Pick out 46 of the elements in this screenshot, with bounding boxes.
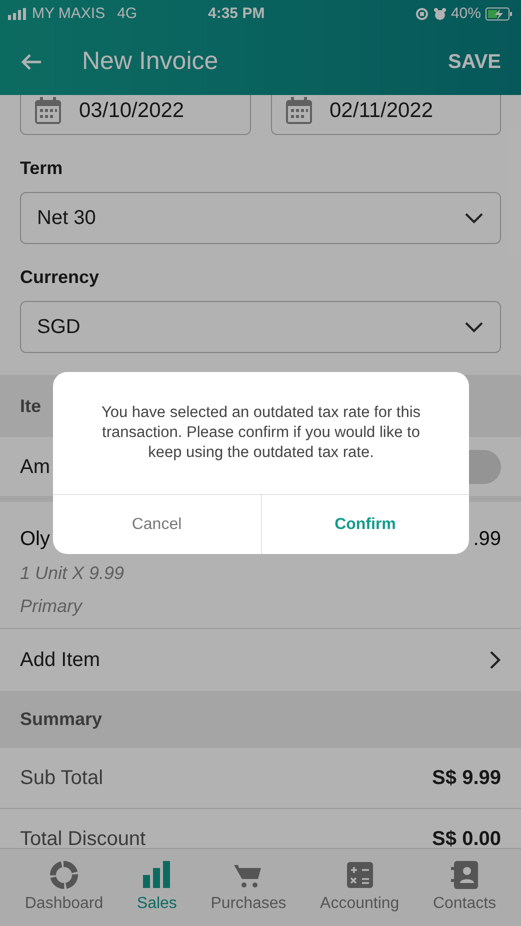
back-arrow-icon	[20, 52, 42, 70]
battery-charging-icon	[485, 7, 513, 21]
summary-label: Sub Total	[20, 766, 104, 791]
calendar-icon	[284, 96, 314, 126]
cancel-button[interactable]: Cancel	[53, 495, 262, 554]
summary-value: S$ 9.99	[432, 766, 501, 791]
section-title: Ite	[20, 394, 42, 418]
save-button[interactable]: SAVE	[448, 46, 501, 76]
summary-label: Total Discount	[20, 827, 146, 848]
chevron-right-icon	[489, 650, 501, 670]
item-name: Oly	[20, 527, 50, 552]
date-field[interactable]: 03/10/2022	[20, 95, 250, 135]
chevron-down-icon	[464, 321, 484, 333]
dropdown-field[interactable]: Net 30	[20, 192, 501, 244]
tab-bar-item[interactable]: Accounting	[320, 860, 400, 916]
summary-value: S$ 0.00	[432, 827, 501, 848]
tab-bar-item[interactable]: Purchases	[210, 860, 286, 916]
back-button[interactable]	[20, 52, 42, 70]
calculator-icon	[344, 860, 375, 890]
calendar-icon	[33, 96, 63, 126]
item-amount: .99	[473, 527, 501, 552]
carrier: MY MAXIS	[32, 4, 106, 24]
dropdown-field[interactable]: SGD	[20, 301, 501, 353]
field-label: Currency	[20, 266, 100, 289]
section-title: Summary	[20, 708, 102, 731]
item-account: Primary	[20, 595, 84, 618]
ring-chart-icon	[49, 860, 80, 890]
network-type: 4G	[117, 4, 138, 24]
bar-chart-icon	[142, 860, 172, 890]
item-detail: 1 Unit X 9.99	[20, 562, 126, 585]
row-label: Am	[20, 454, 50, 480]
date-field[interactable]: 02/11/2022	[270, 95, 501, 135]
dialog-message: You have selected an outdated tax rate for this transaction. Please confirm if you would like to keep using the outdated tax rate.	[101, 403, 421, 463]
rotation-lock-icon	[414, 7, 429, 21]
page-title: New Invoice	[82, 46, 220, 77]
confirm-button[interactable]: Confirm	[262, 495, 469, 554]
tab-bar-item[interactable]: Sales	[136, 860, 177, 916]
clock: 4:35 PM	[208, 4, 265, 24]
field-label: Term	[20, 157, 64, 180]
signal-icon	[8, 8, 28, 20]
add-item-row[interactable]: Add Item	[0, 629, 521, 691]
chevron-down-icon	[464, 212, 484, 224]
battery-percent: 40%	[450, 4, 481, 24]
contact-book-icon	[450, 860, 480, 890]
tab-bar-item[interactable]: Contacts	[432, 860, 496, 916]
tab-bar-item[interactable]: Dashboard	[24, 860, 104, 916]
